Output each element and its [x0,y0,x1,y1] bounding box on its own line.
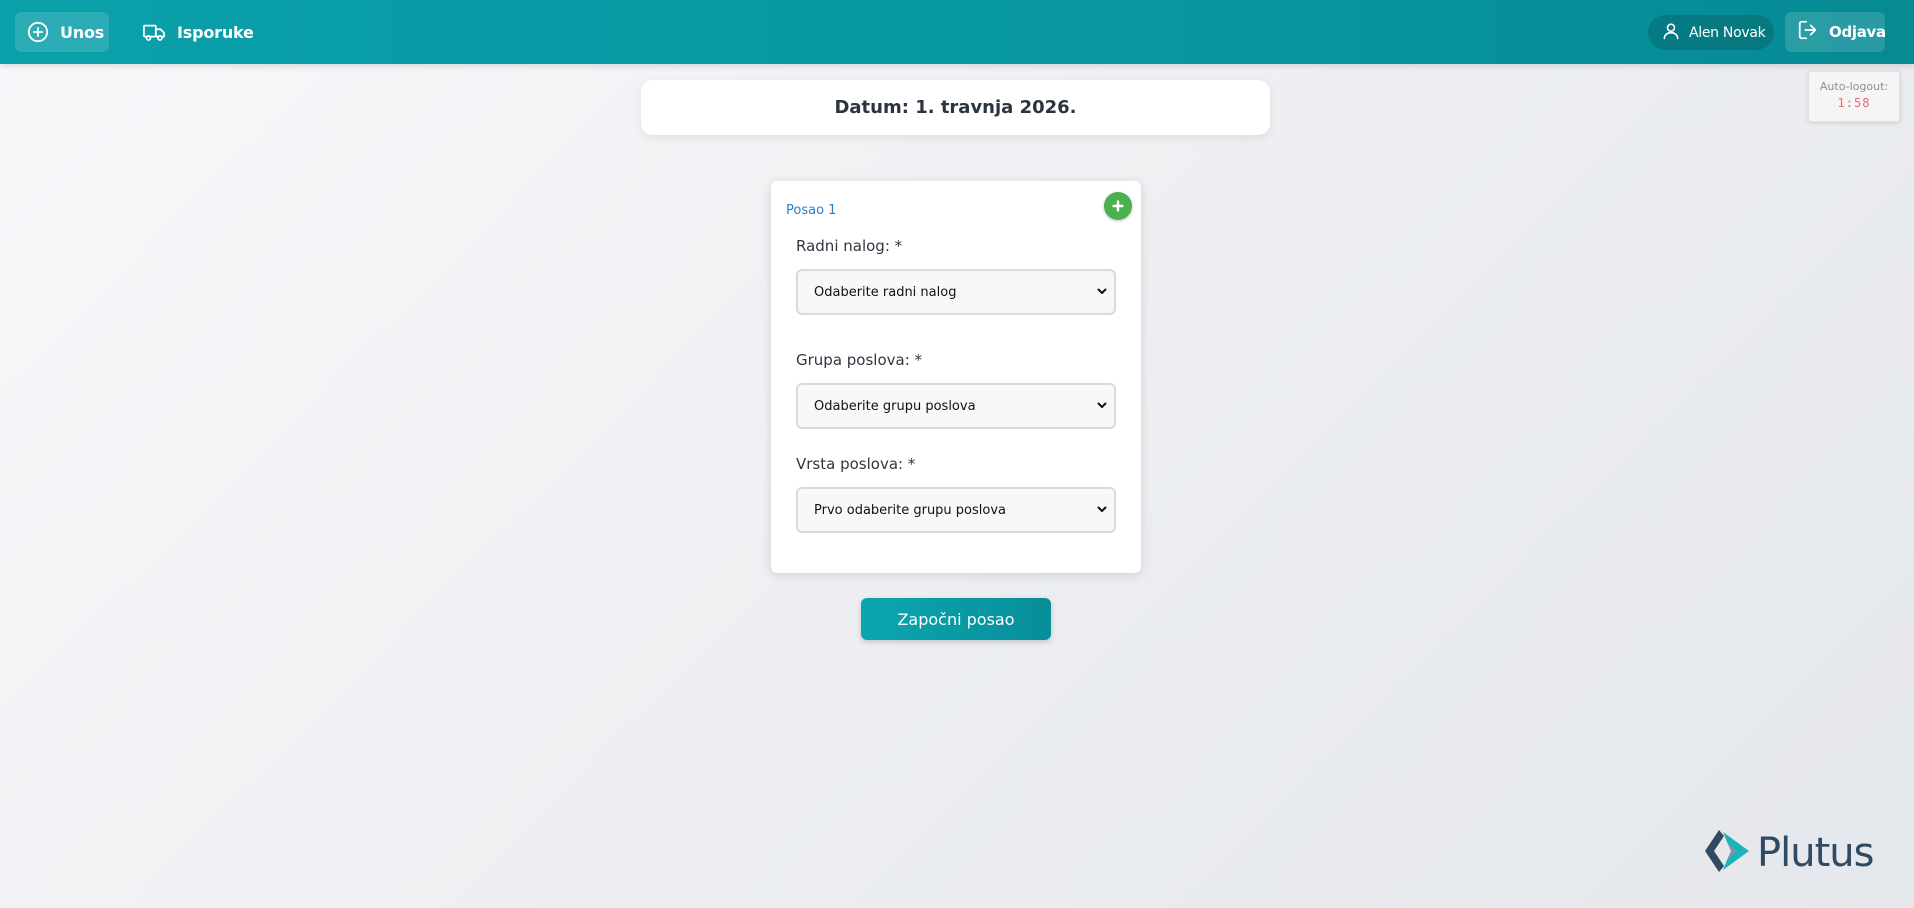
nav-unos-button[interactable]: Unos [15,12,109,52]
auto-logout-label: Auto-logout: [1819,80,1889,93]
grupa-poslova-label: Grupa poslova: * [796,351,923,369]
vrsta-poslova-select-value: Prvo odaberite grupu poslova [814,502,1007,518]
logout-label: Odjava [1829,23,1886,41]
plutus-logo: Plutus [1703,828,1889,878]
truck-icon [142,21,166,43]
grupa-poslova-select-value: Odaberite grupu poslova [814,398,976,414]
nav-isporuke-label: Isporuke [177,22,254,42]
auto-logout-widget: Auto-logout: 1:58 [1808,71,1900,122]
vrsta-poslova-label: Vrsta poslova: * [796,455,916,473]
radni-nalog-select[interactable]: Odaberite radni nalog [796,269,1116,315]
nav-unos-label: Unos [60,22,105,42]
start-job-label: Započni posao [897,609,1015,629]
grupa-poslova-select[interactable]: Odaberite grupu poslova [796,383,1116,429]
nav-isporuke-button[interactable]: Isporuke [130,12,260,52]
user-icon [1661,21,1681,45]
plus-circle-icon [27,21,49,43]
user-profile-chip[interactable]: Alen Novak [1648,15,1774,50]
add-job-button[interactable] [1104,192,1132,220]
plus-icon [1112,197,1124,216]
job-title: Posao 1 [786,203,837,218]
plutus-logo-icon [1703,828,1753,878]
user-name: Alen Novak [1689,24,1766,41]
top-navigation-bar: Unos Isporuke Alen Novak Odjava [0,0,1914,64]
logout-icon [1797,19,1819,45]
chevron-down-icon [1096,503,1108,519]
chevron-down-icon [1096,285,1108,301]
chevron-down-icon [1096,399,1108,415]
logout-button[interactable]: Odjava [1785,12,1886,52]
plutus-logo-text: Plutus [1757,830,1874,876]
start-job-button[interactable]: Započni posao [861,598,1051,640]
vrsta-poslova-select[interactable]: Prvo odaberite grupu poslova [796,487,1116,533]
date-card: Datum: 1. travnja 2026. [641,80,1270,135]
job-card: Posao 1 Radni nalog: * Odaberite radni n… [771,181,1141,573]
auto-logout-countdown: 1:58 [1837,96,1871,110]
date-text: Datum: 1. travnja 2026. [834,97,1077,118]
radni-nalog-label: Radni nalog: * [796,237,903,255]
radni-nalog-select-value: Odaberite radni nalog [814,284,957,300]
